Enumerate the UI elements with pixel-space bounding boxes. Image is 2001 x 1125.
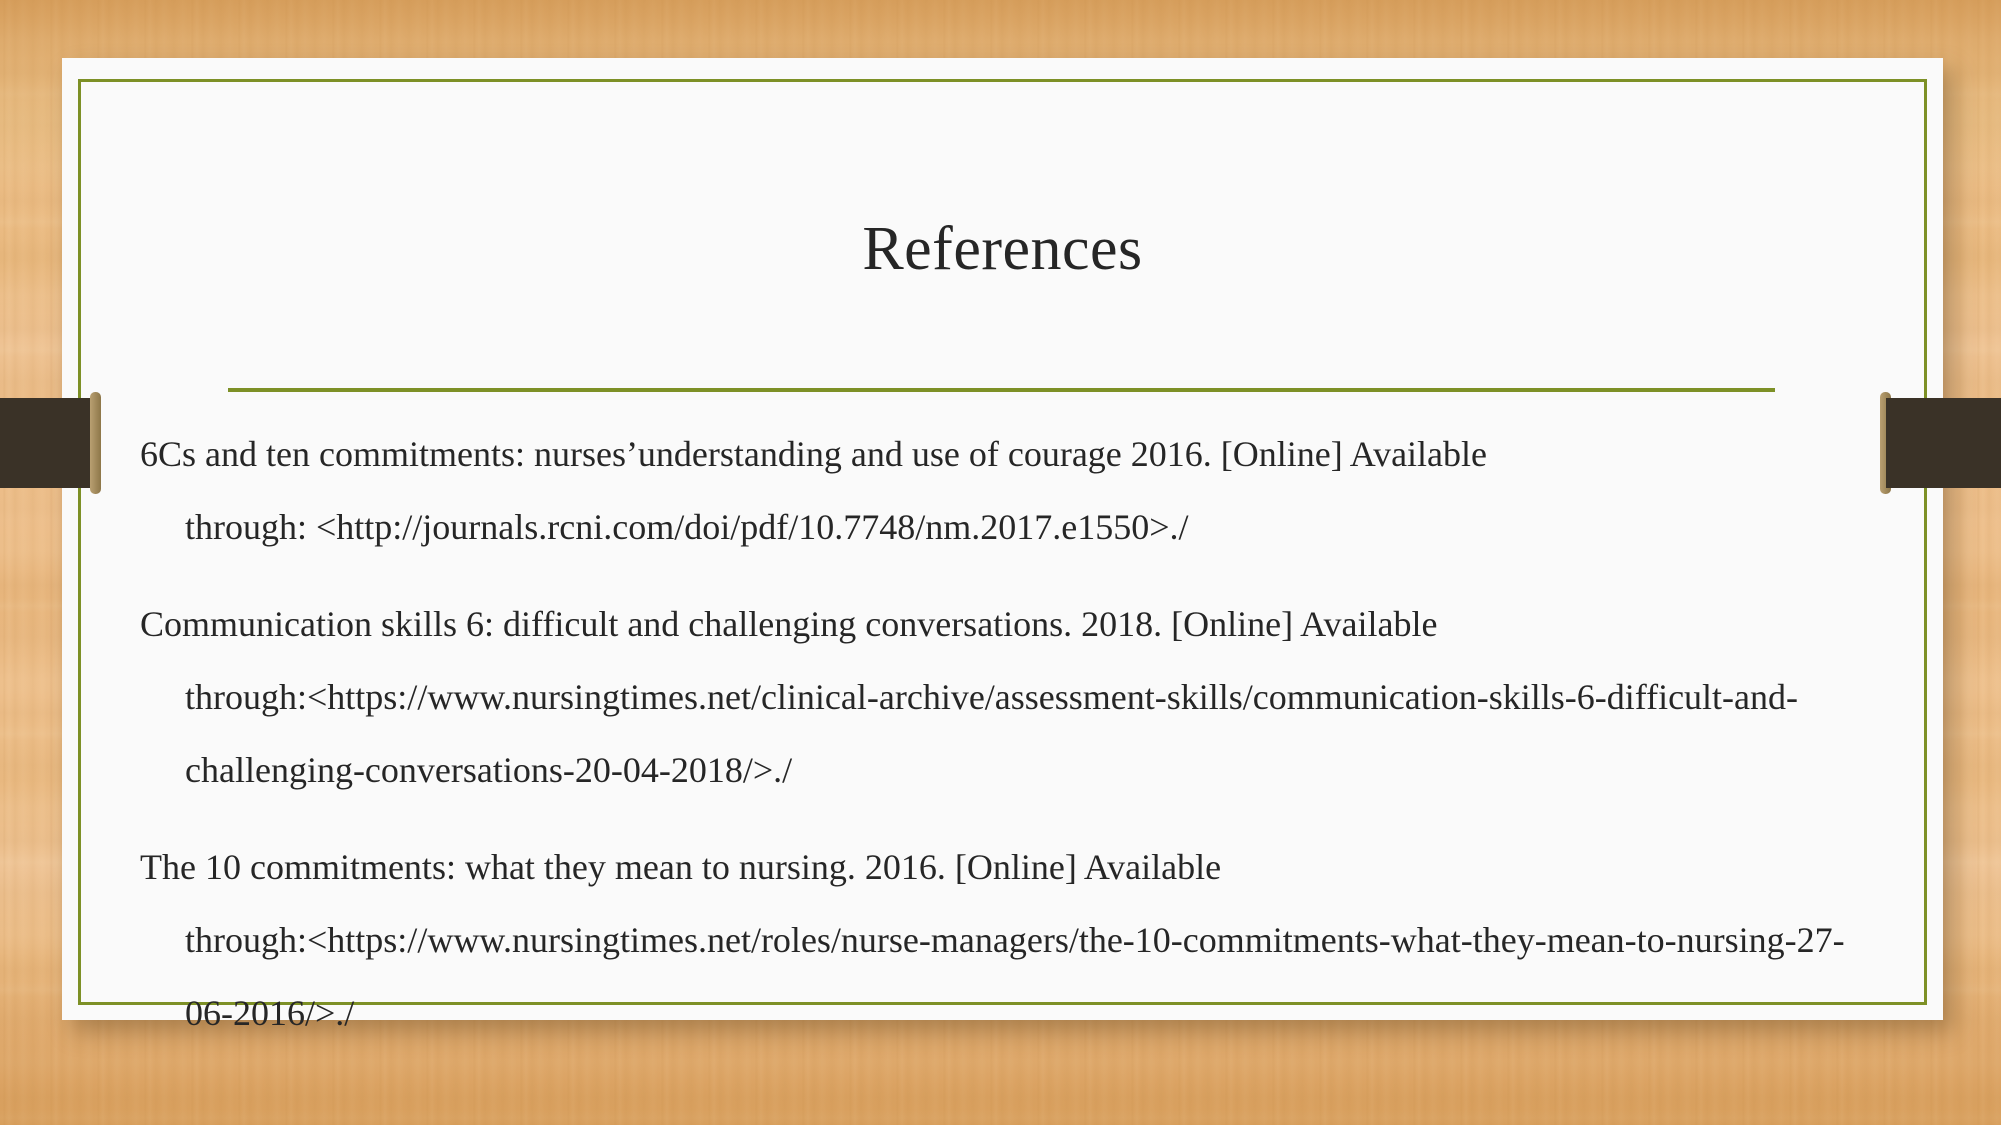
list-item: 6Cs and ten commitments: nurses’understa…	[140, 418, 1850, 564]
reference-url[interactable]: through:<https://www.nursingtimes.net/ro…	[140, 904, 1850, 1050]
page-title: References	[862, 215, 1143, 283]
left-ribbon-cap	[90, 392, 101, 494]
right-ribbon	[1876, 392, 2001, 494]
references-list: 6Cs and ten commitments: nurses’understa…	[140, 418, 1850, 1074]
left-ribbon	[0, 392, 102, 494]
list-item: The 10 commitments: what they mean to nu…	[140, 831, 1850, 1050]
reference-url[interactable]: through: <http://journals.rcni.com/doi/p…	[140, 491, 1850, 564]
right-ribbon-bar	[1886, 398, 2001, 488]
slide-canvas: References 6Cs and ten commitments: nurs…	[0, 0, 2001, 1125]
list-item: Communication skills 6: difficult and ch…	[140, 588, 1850, 807]
reference-url[interactable]: through:<https://www.nursingtimes.net/cl…	[140, 661, 1850, 807]
left-ribbon-bar	[0, 398, 96, 488]
reference-citation: The 10 commitments: what they mean to nu…	[140, 847, 1222, 887]
reference-citation: Communication skills 6: difficult and ch…	[140, 604, 1438, 644]
title-divider	[228, 388, 1775, 392]
reference-citation: 6Cs and ten commitments: nurses’understa…	[140, 434, 1488, 474]
